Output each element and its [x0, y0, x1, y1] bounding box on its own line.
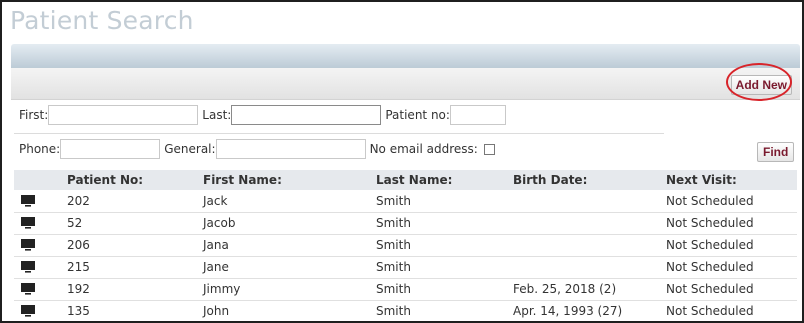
first-name-cell: Jacob — [200, 212, 373, 235]
table-row[interactable]: 215 Jane Smith Not Scheduled — [14, 256, 797, 279]
monitor-icon[interactable] — [14, 234, 64, 257]
first-name-cell: Jimmy — [200, 278, 373, 301]
patient-table: Patient No: First Name: Last Name: Birth… — [14, 170, 797, 321]
birth-date-cell — [510, 256, 663, 279]
patient-no-cell: 192 — [64, 278, 200, 301]
table-row[interactable]: 202 Jack Smith Not Scheduled — [14, 190, 797, 213]
column-header-last-name: Last Name: — [373, 170, 510, 190]
table-header-row: Patient No: First Name: Last Name: Birth… — [14, 170, 797, 190]
next-visit-cell: Not Scheduled — [663, 256, 797, 279]
monitor-icon[interactable] — [14, 278, 64, 301]
next-visit-cell: Not Scheduled — [663, 190, 797, 213]
table-row[interactable]: 192 Jimmy Smith Feb. 25, 2018 (2) Not Sc… — [14, 278, 797, 301]
last-name-input[interactable] — [231, 105, 382, 125]
next-visit-cell: Not Scheduled — [663, 234, 797, 257]
last-name-cell: Smith — [373, 234, 510, 257]
column-header-patient-no: Patient No: — [64, 170, 200, 190]
filter-row-contact: Phone: General: No email address: — [19, 139, 495, 159]
first-name-cell: Jana — [200, 234, 373, 257]
last-name-label: Last: — [202, 108, 232, 122]
add-new-button[interactable]: Add New — [730, 75, 792, 95]
monitor-icon[interactable] — [14, 190, 64, 213]
toolbar: Add New — [11, 68, 800, 100]
patient-no-input[interactable] — [449, 105, 506, 125]
last-name-cell: Smith — [373, 278, 510, 301]
patient-no-cell: 215 — [64, 256, 200, 279]
next-visit-cell: Not Scheduled — [663, 300, 797, 321]
birth-date-cell: Feb. 25, 2018 (2) — [510, 278, 663, 301]
column-header-first-name: First Name: — [200, 170, 373, 190]
table-row[interactable]: 52 Jacob Smith Not Scheduled — [14, 212, 797, 235]
filter-row-names: First: Last: Patient no: — [19, 105, 506, 125]
birth-date-cell: Apr. 14, 1993 (27) — [510, 300, 663, 321]
table-row[interactable]: 206 Jana Smith Not Scheduled — [14, 234, 797, 257]
no-email-label: No email address: — [369, 142, 478, 156]
last-name-cell: Smith — [373, 190, 510, 213]
first-name-label: First: — [19, 108, 49, 122]
monitor-icon[interactable] — [14, 300, 64, 321]
column-header-birth-date: Birth Date: — [510, 170, 663, 190]
phone-label: Phone: — [19, 142, 61, 156]
next-visit-cell: Not Scheduled — [663, 278, 797, 301]
app-frame: Patient Search Add New First: Last: Pati… — [0, 0, 804, 323]
first-name-cell: Jack — [200, 190, 373, 213]
filter-divider — [14, 133, 664, 134]
last-name-cell: Smith — [373, 256, 510, 279]
column-header-next-visit: Next Visit: — [663, 170, 797, 190]
header-banner — [11, 44, 800, 68]
birth-date-cell — [510, 212, 663, 235]
table-row[interactable]: 135 John Smith Apr. 14, 1993 (27) Not Sc… — [14, 300, 797, 321]
monitor-icon[interactable] — [14, 256, 64, 279]
patient-no-cell: 52 — [64, 212, 200, 235]
last-name-cell: Smith — [373, 212, 510, 235]
birth-date-cell — [510, 190, 663, 213]
icon-column-header — [14, 170, 64, 190]
birth-date-cell — [510, 234, 663, 257]
last-name-cell: Smith — [373, 300, 510, 321]
find-button[interactable]: Find — [757, 142, 795, 162]
page-title: Patient Search — [10, 6, 194, 35]
general-label: General: — [164, 142, 216, 156]
next-visit-cell: Not Scheduled — [663, 212, 797, 235]
phone-input[interactable] — [60, 139, 161, 159]
patient-no-label: Patient no: — [385, 108, 450, 122]
first-name-cell: Jane — [200, 256, 373, 279]
patient-no-cell: 135 — [64, 300, 200, 321]
first-name-input[interactable] — [48, 105, 199, 125]
no-email-checkbox[interactable] — [483, 143, 495, 155]
patient-no-cell: 206 — [64, 234, 200, 257]
patient-no-cell: 202 — [64, 190, 200, 213]
monitor-icon[interactable] — [14, 212, 64, 235]
first-name-cell: John — [200, 300, 373, 321]
general-input[interactable] — [215, 139, 366, 159]
